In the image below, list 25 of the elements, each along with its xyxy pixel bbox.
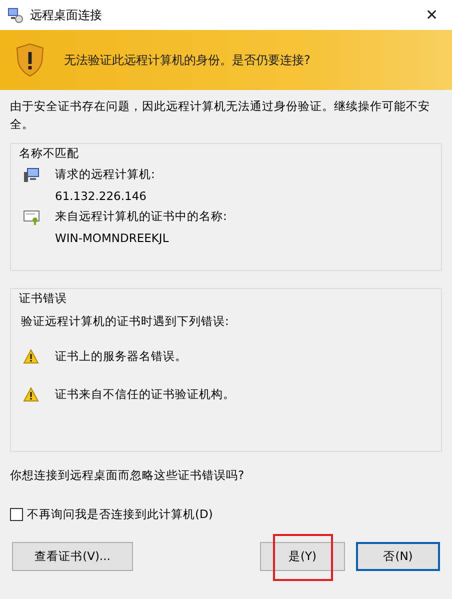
- shield-warning-icon: [16, 43, 44, 77]
- group-text: 验证远程计算机的证书时遇到下列错误:: [21, 314, 230, 329]
- item-value: 61.132.226.146: [55, 189, 148, 203]
- group-title: 名称不匹配: [19, 146, 80, 161]
- warning-icon: [23, 387, 41, 403]
- dialog-button[interactable]: 是(Y): [260, 542, 345, 571]
- checkbox-label[interactable]: 不再询问我是否连接到此计算机(D): [27, 507, 213, 522]
- item-label: 证书上的服务器名错误。: [55, 349, 187, 364]
- item-value: WIN-MOMNDREEKJL: [55, 231, 170, 245]
- checkbox[interactable]: [10, 508, 23, 521]
- window-title: 远程桌面连接: [30, 6, 103, 24]
- monitor-icon: [7, 7, 23, 23]
- item-label: 来自远程计算机的证书中的名称:: [55, 209, 227, 224]
- computer-icon: [23, 167, 41, 183]
- item-label: 请求的远程计算机:: [55, 167, 155, 182]
- certificate-icon: [23, 209, 41, 225]
- dialog-button[interactable]: 否(N): [356, 542, 440, 571]
- close-button[interactable]: ✕: [412, 0, 452, 30]
- item-label: 证书来自不信任的证书验证机构。: [55, 387, 235, 402]
- dialog-button[interactable]: 查看证书(V)...: [12, 542, 133, 571]
- banner-message: 无法验证此远程计算机的身份。是否仍要连接?: [64, 52, 310, 68]
- warning-icon: [23, 349, 41, 365]
- question-text: 你想连接到远程桌面而忽略这些证书错误吗?: [10, 468, 246, 483]
- description-text: 由于安全证书存在问题，因此远程计算机无法通过身份验证。继续操作可能不安全。: [10, 98, 431, 133]
- group-title: 证书错误: [19, 291, 68, 306]
